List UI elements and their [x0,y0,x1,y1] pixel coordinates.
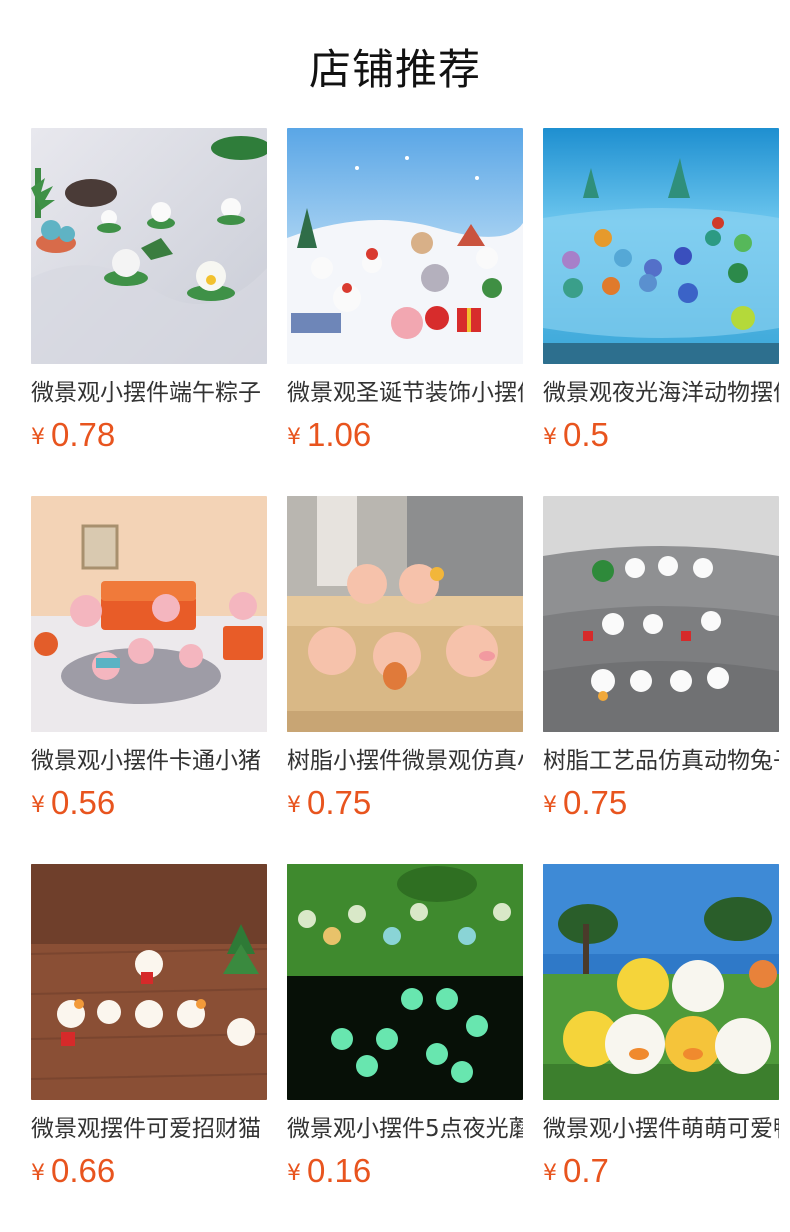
product-price: ¥0.78 [31,416,267,454]
product-price: ¥0.75 [287,784,523,822]
price-value: 0.75 [563,784,628,821]
product-image[interactable] [287,496,523,732]
product-card[interactable]: 树脂小摆件微景观仿真小猪 ¥0.75 [287,496,523,822]
product-image[interactable] [287,128,523,364]
product-image[interactable] [287,864,523,1100]
price-value: 0.7 [563,1152,609,1189]
price-value: 0.5 [563,416,609,453]
price-value: 0.56 [51,784,116,821]
product-price: ¥0.5 [543,416,779,454]
product-image[interactable] [31,864,267,1100]
product-card[interactable]: 微景观小摆件卡通小猪 ¥0.56 [31,496,267,822]
product-name[interactable]: 微景观夜光海洋动物摆件 [543,378,779,408]
currency-symbol: ¥ [543,793,557,818]
product-card[interactable]: 微景观夜光海洋动物摆件 ¥0.5 [543,128,779,454]
product-price: ¥0.75 [543,784,779,822]
price-value: 0.66 [51,1152,116,1189]
product-name[interactable]: 微景观摆件可爱招财猫 [31,1114,267,1144]
product-image[interactable] [31,496,267,732]
product-card[interactable]: 微景观小摆件端午粽子 ¥0.78 [31,128,267,454]
product-price: ¥0.66 [31,1152,267,1190]
product-image[interactable] [543,496,779,732]
price-value: 0.75 [307,784,372,821]
product-name[interactable]: 微景观小摆件5点夜光蘑菇 [287,1114,523,1144]
product-card[interactable]: 微景观小摆件5点夜光蘑菇 ¥0.16 [287,864,523,1190]
product-name[interactable]: 树脂小摆件微景观仿真小猪 [287,746,523,776]
product-card[interactable]: 树脂工艺品仿真动物兔子 ¥0.75 [543,496,779,822]
currency-symbol: ¥ [31,1161,45,1186]
currency-symbol: ¥ [31,793,45,818]
product-card[interactable]: 微景观圣诞节装饰小摆件 ¥1.06 [287,128,523,454]
currency-symbol: ¥ [287,425,301,450]
product-name[interactable]: 微景观小摆件萌萌可爱鸭子 [543,1114,779,1144]
product-image[interactable] [31,128,267,364]
product-price: ¥0.56 [31,784,267,822]
currency-symbol: ¥ [287,1161,301,1186]
product-image[interactable] [543,864,779,1100]
product-name[interactable]: 微景观圣诞节装饰小摆件 [287,378,523,408]
product-price: ¥0.7 [543,1152,779,1190]
product-price: ¥0.16 [287,1152,523,1190]
product-card[interactable]: 微景观摆件可爱招财猫 ¥0.66 [31,864,267,1190]
product-image[interactable] [543,128,779,364]
page-title: 店铺推荐 [308,45,481,94]
currency-symbol: ¥ [543,425,557,450]
price-value: 0.16 [307,1152,372,1189]
product-card[interactable]: 微景观小摆件萌萌可爱鸭子 ¥0.7 [543,864,779,1190]
price-value: 0.78 [51,416,116,453]
product-name[interactable]: 微景观小摆件端午粽子 [31,378,267,408]
product-name[interactable]: 树脂工艺品仿真动物兔子 [543,746,779,776]
currency-symbol: ¥ [543,1161,557,1186]
product-price: ¥1.06 [287,416,523,454]
product-name[interactable]: 微景观小摆件卡通小猪 [31,746,267,776]
price-value: 1.06 [307,416,372,453]
currency-symbol: ¥ [287,793,301,818]
currency-symbol: ¥ [31,425,45,450]
